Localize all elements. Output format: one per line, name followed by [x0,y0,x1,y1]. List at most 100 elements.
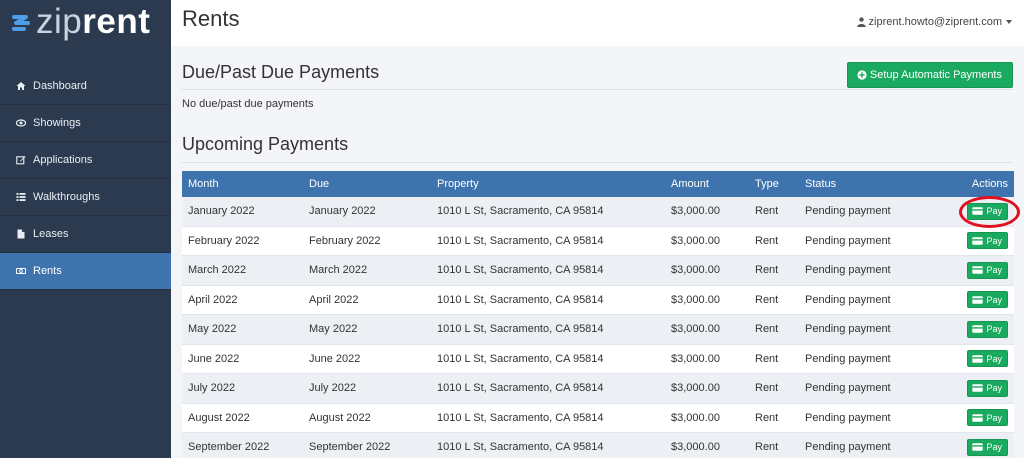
cell-property: 1010 L St, Sacramento, CA 95814 [437,441,604,454]
sidebar-item-applications[interactable]: Applications [0,142,171,179]
credit-card-icon [972,237,984,245]
cell-type: Rent [755,293,779,306]
cell-property: 1010 L St, Sacramento, CA 95814 [437,293,604,306]
main-content: Due/Past Due Payments Setup Automatic Pa… [171,46,1024,458]
cell-actions: Pay [925,291,1014,309]
divider [182,89,1013,90]
top-header: Rents ziprent.howto@ziprent.com [171,0,1024,46]
pay-button[interactable]: Pay [967,291,1008,309]
cell-due: August 2022 [309,411,371,424]
setup-automatic-payments-button[interactable]: Setup Automatic Payments [846,62,1013,88]
table-header: Month Due Property Amount Type Status Ac… [182,171,1014,197]
pay-button[interactable]: Pay [967,232,1008,250]
cell-actions: Pay [925,438,1014,456]
cell-amount: $3,000.00 [671,264,720,277]
credit-card-icon [972,355,984,363]
table-row: September 2022 September 2022 1010 L St,… [182,433,1014,458]
cell-status: Pending payment [805,293,891,306]
upcoming-payments-table: Month Due Property Amount Type Status Ac… [182,171,1014,458]
pay-button-label: Pay [986,383,1002,394]
column-header-type[interactable]: Type [755,178,805,190]
sidebar-item-rents[interactable]: Rents [0,253,171,290]
sidebar-item-showings[interactable]: Showings [0,105,171,142]
pay-button[interactable]: Pay [967,320,1008,338]
cell-actions: Pay [925,261,1014,279]
credit-card-icon [972,296,984,304]
pay-button[interactable]: Pay [967,379,1008,397]
cell-amount: $3,000.00 [671,382,720,395]
cell-due: February 2022 [309,234,381,247]
table-row: January 2022 January 2022 1010 L St, Sac… [182,197,1014,227]
cell-property: 1010 L St, Sacramento, CA 95814 [437,382,604,395]
due-payments-title: Due/Past Due Payments [182,62,380,82]
cell-month: May 2022 [188,323,237,336]
ziprent-logo-icon [12,15,30,31]
credit-card-icon [972,266,984,274]
cell-amount: $3,000.00 [671,352,720,365]
column-header-month[interactable]: Month [182,178,309,190]
cell-month: June 2022 [188,352,240,365]
table-row: February 2022 February 2022 1010 L St, S… [182,226,1014,256]
pay-button-label: Pay [986,412,1002,423]
pay-button-label: Pay [986,442,1002,453]
cell-due: June 2022 [309,352,361,365]
user-menu[interactable]: ziprent.howto@ziprent.com [856,16,1012,28]
cell-property: 1010 L St, Sacramento, CA 95814 [437,205,604,218]
cell-amount: $3,000.00 [671,234,720,247]
cell-amount: $3,000.00 [671,441,720,454]
pay-button-label: Pay [986,353,1002,364]
cell-amount: $3,000.00 [671,293,720,306]
pay-button-label: Pay [986,235,1002,246]
cell-amount: $3,000.00 [671,411,720,424]
cell-actions: Pay [925,320,1014,338]
cell-property: 1010 L St, Sacramento, CA 95814 [437,411,604,424]
sidebar: ziprent Dashboard Showings Applications … [0,0,171,458]
sidebar-item-walkthroughs[interactable]: Walkthroughs [0,179,171,216]
cell-status: Pending payment [805,382,891,395]
cell-type: Rent [755,382,779,395]
sidebar-nav: Dashboard Showings Applications Walkthro… [0,68,171,290]
cell-type: Rent [755,441,779,454]
column-header-property[interactable]: Property [437,178,671,190]
sidebar-item-dashboard[interactable]: Dashboard [0,68,171,105]
credit-card-icon [972,325,984,333]
ziprent-logo[interactable]: ziprent [10,2,150,42]
logo-wordmark: ziprent [36,2,151,41]
pay-button[interactable]: Pay [967,261,1008,279]
table-row: August 2022 August 2022 1010 L St, Sacra… [182,403,1014,433]
cell-property: 1010 L St, Sacramento, CA 95814 [437,234,604,247]
column-header-due[interactable]: Due [309,178,437,190]
column-header-amount[interactable]: Amount [671,178,755,190]
pay-button[interactable]: Pay [967,438,1008,456]
column-header-status[interactable]: Status [805,178,925,190]
pay-button-label: Pay [986,265,1002,276]
pay-button[interactable]: Pay [967,202,1008,220]
page-title: Rents [182,6,240,31]
pay-button-label: Pay [986,324,1002,335]
edit-icon [16,155,26,165]
cell-month: September 2022 [188,441,270,454]
cell-amount: $3,000.00 [671,323,720,336]
cell-month: January 2022 [188,205,255,218]
cell-amount: $3,000.00 [671,205,720,218]
cell-status: Pending payment [805,323,891,336]
cell-month: March 2022 [188,264,247,277]
money-icon [16,266,26,276]
divider [182,162,1013,163]
cell-type: Rent [755,205,779,218]
setup-automatic-payments-label: Setup Automatic Payments [869,69,1002,81]
pay-button[interactable]: Pay [967,350,1008,368]
credit-card-icon [972,207,984,215]
pay-button-label: Pay [986,206,1002,217]
sidebar-item-label: Rents [33,265,62,277]
cell-type: Rent [755,264,779,277]
cell-due: January 2022 [309,205,376,218]
pay-button[interactable]: Pay [967,409,1008,427]
cell-due: May 2022 [309,323,358,336]
sidebar-item-leases[interactable]: Leases [0,216,171,253]
table-body: January 2022 January 2022 1010 L St, Sac… [182,197,1014,458]
cell-due: July 2022 [309,382,357,395]
cell-month: July 2022 [188,382,236,395]
cell-actions: Pay [925,232,1014,250]
cell-type: Rent [755,352,779,365]
